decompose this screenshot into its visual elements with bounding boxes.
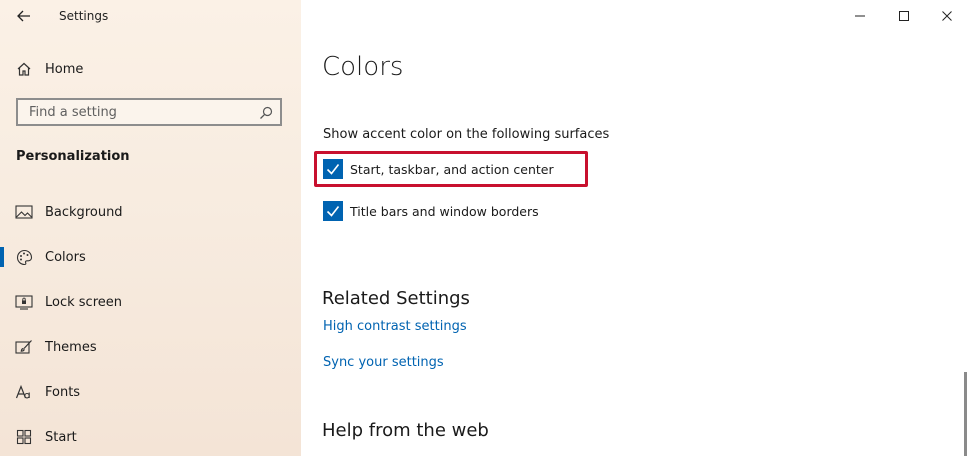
scrollbar[interactable] [964, 372, 967, 456]
checkmark-icon [326, 206, 340, 217]
close-button[interactable] [936, 6, 958, 26]
maximize-icon [899, 11, 909, 21]
related-settings-heading: Related Settings [322, 288, 470, 309]
checkbox[interactable] [323, 159, 343, 179]
checkbox-title-bars[interactable]: Title bars and window borders [323, 201, 539, 221]
app-title: Settings [59, 9, 109, 23]
checkbox-start-taskbar[interactable]: Start, taskbar, and action center [323, 159, 554, 179]
sidebar-item-label: Fonts [45, 384, 81, 400]
back-arrow-icon [17, 10, 30, 22]
sidebar-item-label: Lock screen [45, 294, 122, 310]
sidebar-item-colors[interactable]: Colors [0, 239, 301, 275]
paintbrush-icon [15, 338, 33, 356]
accent-surfaces-heading: Show accent color on the following surfa… [323, 127, 610, 142]
help-heading: Help from the web [322, 420, 489, 441]
sidebar-item-background[interactable]: Background [0, 194, 301, 230]
minimize-button[interactable] [849, 6, 871, 26]
palette-icon [15, 248, 33, 266]
back-button[interactable] [14, 6, 34, 26]
high-contrast-link[interactable]: High contrast settings [323, 319, 467, 334]
checkbox-label: Title bars and window borders [350, 203, 539, 219]
sidebar-item-start[interactable]: Start [0, 419, 301, 455]
page-title: Colors [322, 52, 404, 82]
checkbox[interactable] [323, 201, 343, 221]
sidebar-item-label: Colors [45, 249, 86, 265]
checkmark-icon [326, 164, 340, 175]
sidebar-item-label: Themes [45, 339, 97, 355]
checkbox-label: Start, taskbar, and action center [350, 161, 554, 177]
sidebar-item-fonts[interactable]: Fonts [0, 374, 301, 410]
sidebar-item-label: Background [45, 204, 123, 220]
maximize-button[interactable] [893, 6, 915, 26]
sidebar-item-themes[interactable]: Themes [0, 329, 301, 365]
start-grid-icon [15, 428, 33, 446]
sync-settings-link[interactable]: Sync your settings [323, 355, 444, 370]
home-icon [15, 60, 33, 78]
search-input[interactable] [27, 103, 261, 121]
search-field[interactable] [16, 98, 282, 126]
picture-icon [15, 203, 33, 221]
sidebar-item-label: Start [45, 429, 77, 445]
section-title: Personalization [16, 149, 130, 164]
sidebar-item-home[interactable]: Home [0, 51, 301, 87]
sidebar: Settings Home Personalization Background… [0, 0, 301, 456]
sidebar-item-label: Home [45, 61, 84, 77]
search-icon[interactable] [259, 105, 273, 119]
font-icon [15, 383, 33, 401]
lock-screen-icon [15, 293, 33, 311]
minimize-icon [855, 15, 865, 17]
close-icon [942, 11, 952, 21]
sidebar-item-lock-screen[interactable]: Lock screen [0, 284, 301, 320]
